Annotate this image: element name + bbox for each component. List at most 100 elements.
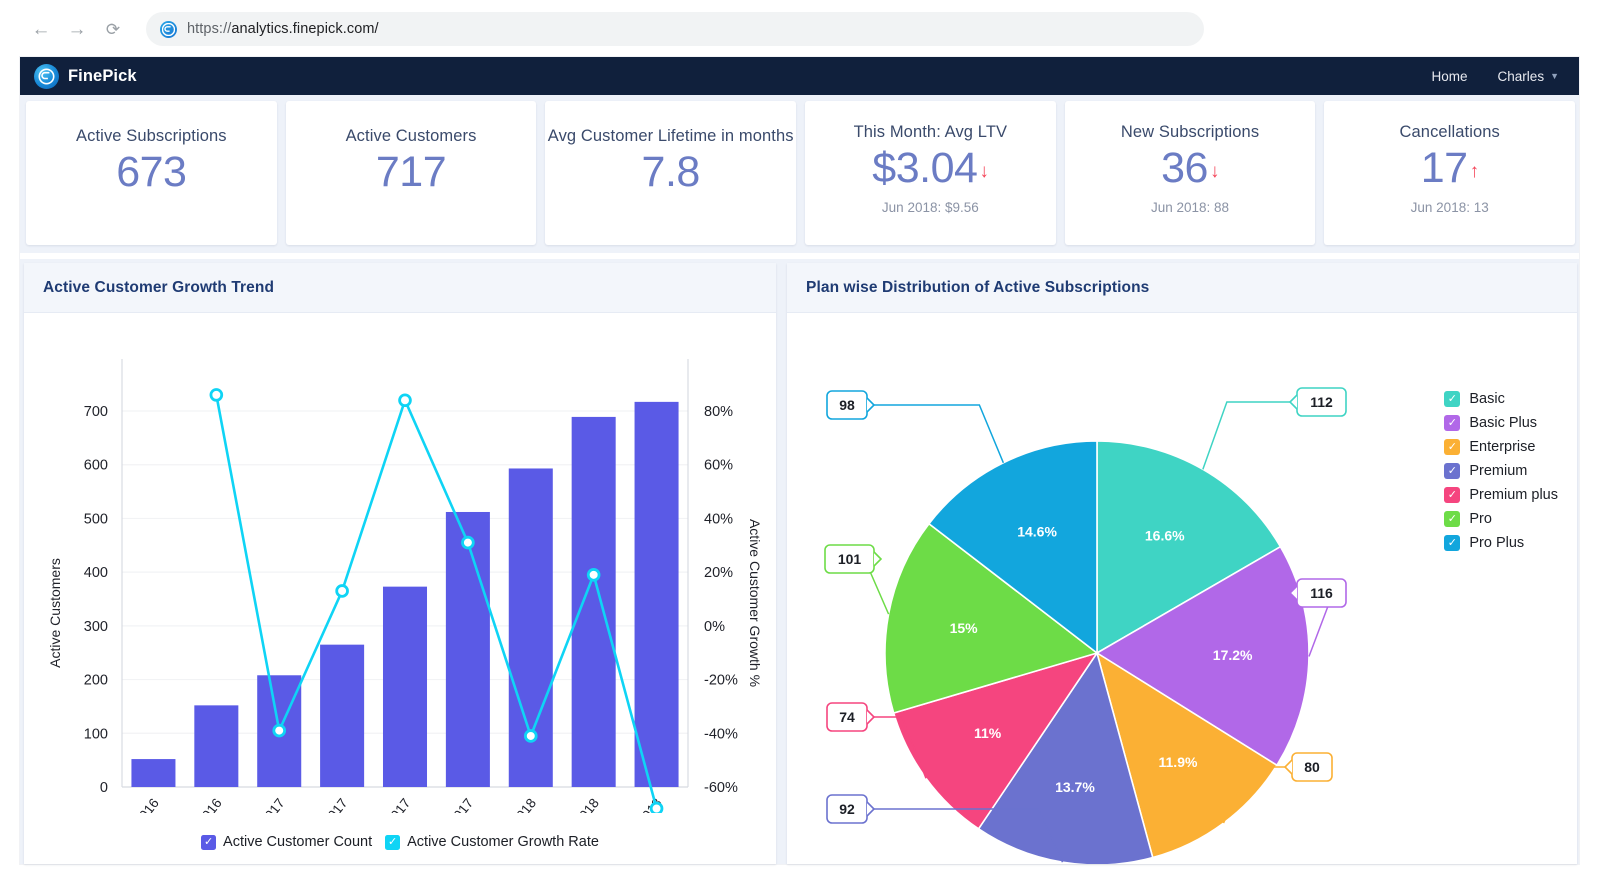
- y-axis-tick-label: 200: [84, 673, 108, 689]
- y-axis-title: Active Customers: [47, 558, 63, 668]
- pie-legend-item[interactable]: ✓Basic: [1444, 391, 1558, 407]
- legend-checkbox-icon[interactable]: ✓: [1444, 487, 1460, 503]
- pie-legend-item-label: Premium plus: [1469, 487, 1558, 503]
- reload-icon[interactable]: ⟳: [98, 14, 128, 44]
- bar[interactable]: [635, 402, 679, 787]
- kpi-value-number: 17: [1421, 146, 1468, 191]
- pie-legend-item[interactable]: ✓Premium: [1444, 463, 1558, 479]
- x-axis-tick-label: Q2 2018: [558, 796, 602, 813]
- pie-slice-value-label: 116: [1310, 585, 1333, 601]
- kpi-card[interactable]: Avg Customer Lifetime in months7.8: [545, 101, 796, 245]
- pie-slice-percent-label: 15%: [950, 620, 979, 636]
- line-data-point[interactable]: [651, 803, 662, 813]
- y2-axis-tick-label: -40%: [704, 726, 738, 742]
- line-data-point[interactable]: [462, 537, 473, 548]
- pie-slice-percent-label: 11.9%: [1159, 754, 1198, 770]
- bar[interactable]: [194, 705, 238, 787]
- panel-plan-distribution: Plan wise Distribution of Active Subscri…: [787, 263, 1577, 864]
- bar[interactable]: [383, 587, 427, 787]
- pie-slice-percent-label: 14.6%: [1017, 523, 1057, 539]
- line-data-point[interactable]: [337, 586, 348, 597]
- legend-checkbox-icon[interactable]: ✓: [1444, 463, 1460, 479]
- pie-slice-percent-label: 17.2%: [1213, 647, 1253, 663]
- bar[interactable]: [320, 645, 364, 787]
- legend-checkbox-icon[interactable]: ✓: [1444, 535, 1460, 551]
- pie-legend-item[interactable]: ✓Pro: [1444, 511, 1558, 527]
- finepick-logo-icon: [34, 64, 59, 89]
- pie-slice-percent-label: 13.7%: [1055, 779, 1095, 795]
- legend-item[interactable]: ✓ Active Customer Growth Rate: [385, 834, 599, 850]
- kpi-card[interactable]: This Month: Avg LTV$3.04↓Jun 2018: $9.56: [805, 101, 1056, 245]
- line-data-point[interactable]: [211, 389, 222, 400]
- pie-legend-item[interactable]: ✓Enterprise: [1444, 439, 1558, 455]
- trend-down-icon: ↓: [979, 162, 988, 182]
- brand[interactable]: FinePick: [34, 64, 137, 89]
- line-data-point[interactable]: [274, 725, 285, 736]
- pie-slice-value-label: 74: [839, 709, 855, 725]
- callout-tail: [867, 802, 874, 816]
- legend-checkbox-icon[interactable]: ✓: [201, 835, 216, 850]
- kpi-label: Cancellations: [1400, 123, 1500, 142]
- panel-growth-trend-header: Active Customer Growth Trend: [24, 263, 776, 313]
- pie-slice-value-label: 92: [839, 801, 855, 817]
- y2-axis-tick-label: 0%: [704, 619, 725, 635]
- kpi-card[interactable]: Active Customers717: [286, 101, 537, 245]
- nav-link-home[interactable]: Home: [1432, 69, 1468, 84]
- y-axis-tick-label: 600: [84, 458, 108, 474]
- legend-checkbox-icon[interactable]: ✓: [1444, 439, 1460, 455]
- x-axis-tick-label: Q3 2016: [118, 796, 162, 813]
- panel-growth-trend-body: 0100200300400500600700-60%-40%-20%0%20%4…: [24, 313, 776, 864]
- pie-legend-item[interactable]: ✓Pro Plus: [1444, 535, 1558, 551]
- panel-growth-trend-title: Active Customer Growth Trend: [43, 279, 274, 297]
- y-axis-tick-label: 500: [84, 511, 108, 527]
- bar[interactable]: [572, 417, 616, 787]
- y2-axis-tick-label: 80%: [704, 404, 733, 420]
- browser-chrome: ← → ⟳ https://analytics.finepick.com/: [0, 0, 1600, 58]
- bar[interactable]: [446, 512, 490, 787]
- callout-leader-line: [1203, 402, 1297, 469]
- kpi-row: Active Subscriptions673Active Customers7…: [20, 95, 1579, 253]
- panel-plan-distribution-body: 16.6%17.2%11.9%13.7%11%15%14.6%112116809…: [787, 313, 1577, 864]
- trend-up-icon: ↑: [1470, 162, 1479, 182]
- x-axis-tick-label: Q3 2017: [370, 796, 414, 813]
- kpi-label: Active Customers: [346, 127, 477, 146]
- pie-legend-item-label: Basic Plus: [1469, 415, 1537, 431]
- y-axis-tick-label: 300: [84, 619, 108, 635]
- bar[interactable]: [131, 759, 175, 787]
- kpi-card[interactable]: New Subscriptions36↓Jun 2018: 88: [1065, 101, 1316, 245]
- legend-item-label: Active Customer Growth Rate: [407, 834, 599, 850]
- legend-checkbox-icon[interactable]: ✓: [1444, 391, 1460, 407]
- pie-chart-legend: ✓Basic✓Basic Plus✓Enterprise✓Premium✓Pre…: [1444, 391, 1558, 551]
- legend-item[interactable]: ✓Active Customer Count: [201, 834, 372, 850]
- legend-checkbox-icon[interactable]: ✓: [1444, 511, 1460, 527]
- y2-axis-tick-label: -60%: [704, 780, 738, 796]
- kpi-comparison-text: Jun 2018: $9.56: [882, 200, 979, 215]
- y2-axis-tick-label: 20%: [704, 565, 733, 581]
- line-data-point[interactable]: [588, 569, 599, 580]
- x-axis-tick-label: Q4 2016: [181, 796, 225, 813]
- back-icon[interactable]: ←: [26, 14, 56, 44]
- kpi-value: 673: [116, 150, 186, 195]
- kpi-label: Avg Customer Lifetime in months: [548, 127, 794, 146]
- pie-slice-value-label: 98: [839, 397, 855, 413]
- site-favicon-icon: [160, 21, 177, 38]
- forward-icon[interactable]: →: [62, 14, 92, 44]
- line-data-point[interactable]: [525, 731, 536, 742]
- y2-axis-title: Active Customer Growth %: [747, 519, 763, 687]
- active-customer-growth-chart[interactable]: 0100200300400500600700-60%-40%-20%0%20%4…: [24, 313, 776, 813]
- pie-legend-item[interactable]: ✓ Premium plus: [1444, 487, 1558, 503]
- url-host: analytics.finepick.com/: [231, 21, 378, 37]
- line-data-point[interactable]: [400, 395, 411, 406]
- y-axis-tick-label: 700: [84, 404, 108, 420]
- callout-tail: [867, 710, 874, 724]
- dashboard-page: ← → ⟳ https://analytics.finepick.com/ Fi…: [0, 0, 1600, 882]
- user-menu[interactable]: Charles ▼: [1498, 69, 1559, 84]
- legend-checkbox-icon[interactable]: ✓: [385, 835, 400, 850]
- pie-legend-item[interactable]: ✓ Basic Plus: [1444, 415, 1558, 431]
- kpi-card[interactable]: Active Subscriptions673: [26, 101, 277, 245]
- url-bar[interactable]: https://analytics.finepick.com/: [146, 12, 1204, 46]
- combo-chart-legend: ✓Active Customer Count✓Active Customer G…: [24, 834, 776, 850]
- legend-checkbox-icon[interactable]: ✓: [1444, 415, 1460, 431]
- url-text: https://analytics.finepick.com/: [187, 21, 379, 37]
- kpi-card[interactable]: Cancellations17↑Jun 2018: 13: [1324, 101, 1575, 245]
